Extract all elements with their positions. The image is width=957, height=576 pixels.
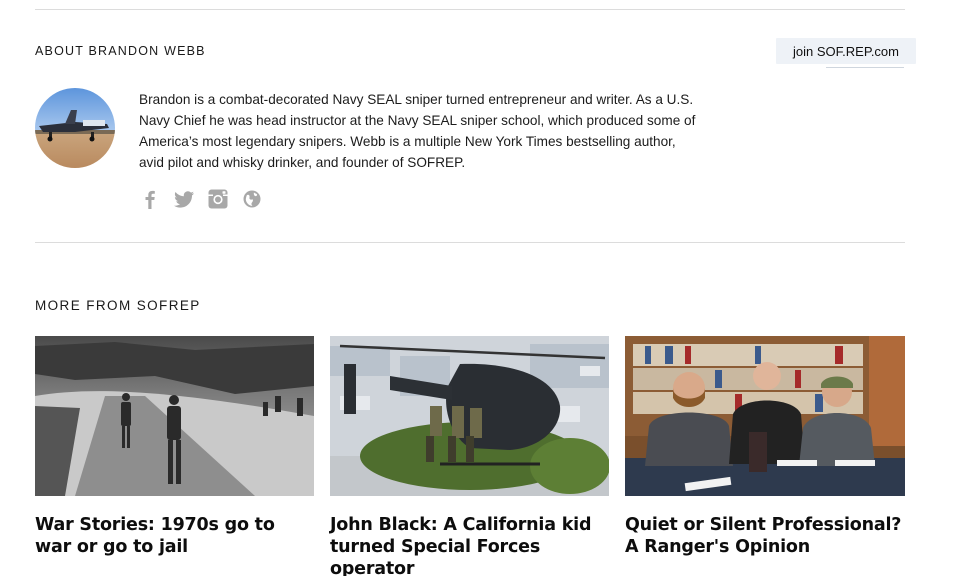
join-sofrep-button[interactable]: join SOF.REP.com: [776, 38, 916, 64]
article-card[interactable]: Quiet or Silent Professional? A Ranger's…: [625, 336, 905, 558]
globe-icon[interactable]: [241, 188, 263, 210]
about-heading: ABOUT BRANDON WEBB: [35, 44, 206, 58]
more-heading: MORE FROM SOFREP: [35, 298, 201, 313]
section-divider: [35, 242, 905, 243]
article-title[interactable]: War Stories: 1970s go to war or go to ja…: [35, 514, 314, 558]
article-card[interactable]: John Black: A California kid turned Spec…: [330, 336, 609, 576]
social-links: [139, 188, 275, 210]
article-title[interactable]: John Black: A California kid turned Spec…: [330, 514, 609, 576]
top-divider: [35, 9, 905, 10]
twitter-icon[interactable]: [173, 188, 195, 210]
facebook-icon[interactable]: [139, 188, 161, 210]
article-thumbnail-war-stories[interactable]: [35, 336, 314, 496]
author-avatar: [35, 88, 115, 168]
instagram-icon[interactable]: [207, 188, 229, 210]
join-underline: [826, 67, 904, 68]
author-bio: Brandon is a combat-decorated Navy SEAL …: [139, 92, 696, 170]
article-title[interactable]: Quiet or Silent Professional? A Ranger's…: [625, 514, 905, 558]
article-thumbnail-ranger[interactable]: [625, 336, 905, 496]
article-thumbnail-john-black[interactable]: [330, 336, 609, 496]
article-card[interactable]: War Stories: 1970s go to war or go to ja…: [35, 336, 314, 558]
author-page: ABOUT BRANDON WEBB join SOF.REP.com Bran…: [0, 0, 957, 576]
